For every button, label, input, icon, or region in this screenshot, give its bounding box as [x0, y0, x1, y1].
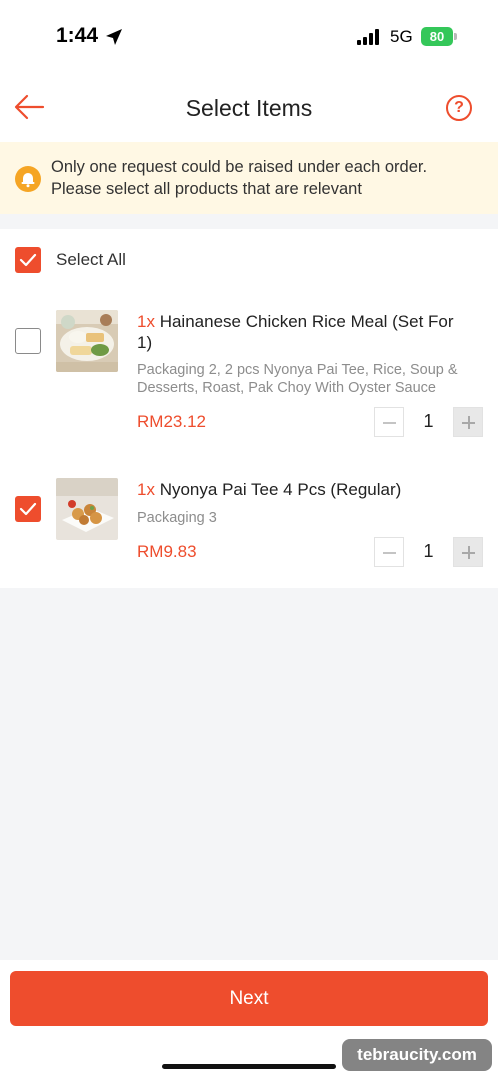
location-arrow-icon — [106, 29, 122, 45]
select-all-label: Select All — [56, 250, 126, 269]
status-bar: 1:44 5G 80 — [0, 0, 498, 72]
plus-icon[interactable] — [453, 537, 483, 567]
item-checkbox-1[interactable] — [15, 328, 41, 354]
quantity-value-2: 1 — [423, 541, 434, 561]
watermark: tebraucity.com — [342, 1039, 492, 1071]
bell-icon — [15, 166, 41, 192]
minus-icon[interactable] — [374, 407, 404, 437]
item-description-2: Packaging 3 — [137, 510, 217, 526]
item-name-2: Nyonya Pai Tee 4 Pcs (Regular) — [159, 480, 402, 499]
item-qty-prefix-2: 1x — [137, 480, 155, 499]
item-qty-prefix-1: 1x — [137, 312, 155, 331]
item-name-1: Hainanese Chicken Rice Meal (Set For 1) — [137, 312, 454, 352]
plus-icon[interactable] — [453, 407, 483, 437]
item-checkbox-2[interactable] — [15, 496, 41, 522]
home-indicator[interactable] — [162, 1064, 336, 1069]
checkmark-icon — [19, 253, 37, 267]
item-image-pai-tee — [56, 478, 118, 540]
notice-line-2: Please select all products that are rele… — [51, 180, 362, 198]
quantity-stepper-1: 1 — [374, 407, 484, 437]
select-all-checkbox[interactable] — [15, 247, 41, 273]
quantity-value-1: 1 — [423, 411, 434, 431]
quantity-stepper-2: 1 — [374, 537, 484, 567]
item-price-1: RM23.12 — [137, 412, 206, 431]
item-title-2: 1x Nyonya Pai Tee 4 Pcs (Regular) — [137, 479, 467, 500]
notice-text: Only one request could be raised under e… — [51, 156, 491, 200]
help-icon[interactable]: ? — [446, 95, 472, 121]
checkmark-icon — [19, 502, 37, 516]
item-description-1: Packaging 2, 2 pcs Nyonya Pai Tee, Rice,… — [137, 362, 458, 396]
item-image-chicken-rice — [56, 310, 118, 372]
items-card: Select All 1x Hainanese Chicken Rice Mea… — [0, 229, 498, 588]
network-label: 5G — [390, 27, 413, 46]
notice-line-1: Only one request could be raised under e… — [51, 158, 428, 176]
nav-bar: Select Items ? — [0, 72, 498, 142]
page-title: Select Items — [185, 95, 313, 121]
battery-icon: 80 — [421, 27, 453, 46]
notice-banner: Only one request could be raised under e… — [0, 142, 498, 214]
minus-icon[interactable] — [374, 537, 404, 567]
item-title-1: 1x Hainanese Chicken Rice Meal (Set For … — [137, 311, 467, 353]
status-time: 1:44 — [56, 24, 99, 47]
next-button[interactable]: Next — [10, 971, 488, 1026]
signal-icon — [357, 29, 383, 45]
item-price-2: RM9.83 — [137, 542, 197, 561]
battery-cap — [454, 33, 457, 40]
